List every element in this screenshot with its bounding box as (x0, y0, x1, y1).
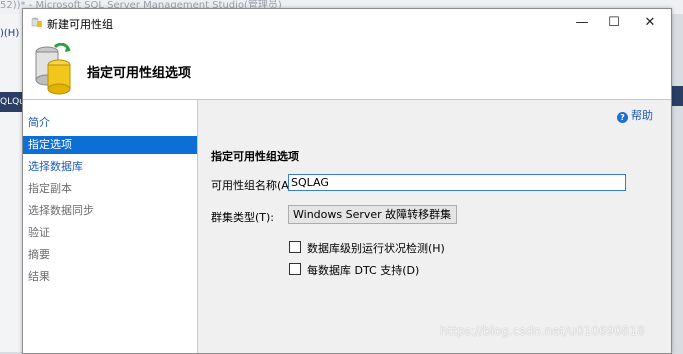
db-health-detection-checkbox[interactable]: 数据库级别运行状况检测(H) (289, 240, 445, 256)
per-db-dtc-label: 每数据库 DTC 支持(D) (307, 264, 420, 277)
minimize-button[interactable]: — (567, 13, 597, 33)
chevron-down-icon: ⌄ (444, 209, 452, 219)
sidebar-item-select-databases[interactable]: 选择数据库 (23, 158, 197, 176)
cluster-type-value: Windows Server 故障转移群集 (293, 208, 452, 221)
background-ssms-left-panel: )(H) QLQu (0, 14, 22, 352)
sidebar-item-results[interactable]: 结果 (23, 268, 197, 286)
dialog-title: 新建可用性组 (47, 18, 113, 31)
help-label: 帮助 (631, 109, 653, 122)
database-availability-group-icon (35, 43, 71, 95)
availability-group-small-icon (31, 17, 42, 27)
dialog-header: 指定可用性组选项 (23, 37, 671, 100)
background-query-tab-fragment: QLQu (0, 92, 22, 112)
ag-name-label: 可用性组名称(A): (211, 179, 297, 192)
background-menu-fragment: )(H) (0, 28, 20, 39)
sidebar-item-specify-replicas[interactable]: 指定副本 (23, 180, 197, 198)
new-availability-group-dialog: 新建可用性组 — ☐ ✕ 指定可用性组选项 简介 指定选项 选择数据库 指定副本… (22, 8, 672, 354)
section-title: 指定可用性组选项 (211, 150, 299, 163)
close-button[interactable]: ✕ (635, 13, 665, 33)
sidebar-item-data-sync[interactable]: 选择数据同步 (23, 202, 197, 220)
header-title: 指定可用性组选项 (87, 66, 192, 81)
cluster-type-label: 群集类型(T): (211, 211, 275, 224)
checkbox-box (289, 241, 301, 253)
ag-name-input[interactable] (288, 174, 626, 191)
maximize-button[interactable]: ☐ (599, 13, 629, 33)
sidebar-item-summary[interactable]: 摘要 (23, 246, 197, 264)
options-content-panel: ?帮助 指定可用性组选项 可用性组名称(A): 群集类型(T): Windows… (198, 100, 671, 353)
help-icon: ? (617, 112, 628, 123)
watermark: https://blog.csdn.net/u010690818 (440, 324, 645, 338)
cluster-type-select[interactable]: Windows Server 故障转移群集 ⌄ (288, 205, 457, 224)
dialog-titlebar: 新建可用性组 — ☐ ✕ (23, 9, 671, 37)
db-health-detection-label: 数据库级别运行状况检测(H) (307, 242, 445, 255)
wizard-sidebar: 简介 指定选项 选择数据库 指定副本 选择数据同步 验证 摘要 结果 (23, 100, 198, 353)
sidebar-item-introduction[interactable]: 简介 (23, 114, 197, 132)
sidebar-item-specify-options[interactable]: 指定选项 (23, 136, 197, 154)
per-db-dtc-checkbox[interactable]: 每数据库 DTC 支持(D) (289, 262, 419, 278)
sidebar-item-validation[interactable]: 验证 (23, 224, 197, 242)
checkbox-box (289, 263, 301, 275)
help-link[interactable]: ? 帮助 (617, 107, 653, 123)
